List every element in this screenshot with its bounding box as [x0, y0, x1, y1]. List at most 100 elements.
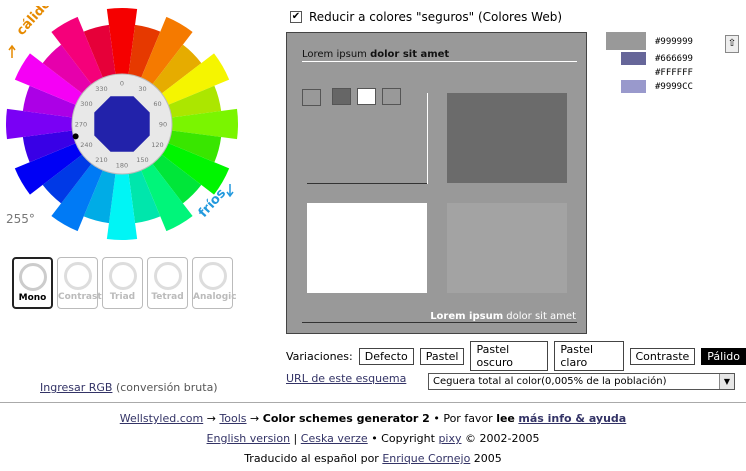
palette-swatch-2[interactable] [621, 52, 646, 65]
variation-defecto[interactable]: Defecto [358, 347, 414, 365]
palette-swatch-4[interactable] [621, 80, 646, 93]
palette-hex-3: #FFFFFF [655, 68, 693, 78]
preview-title-bold: dolor sit amet [370, 49, 450, 60]
variation-pastel-claro[interactable]: Pastel claro [554, 341, 624, 371]
footer-please: • Por favor [429, 412, 497, 425]
footer-czech-link[interactable]: Ceska verze [301, 432, 368, 445]
ingresar-rgb-note: (conversión bruta) [115, 381, 218, 394]
scheme-preview: Lorem ipsum dolor sit amet Lorem ipsum d… [286, 32, 587, 334]
footer-lee: lee [496, 412, 515, 425]
preview-mid-rule [307, 183, 427, 184]
footer-years: © 2002-2005 [461, 432, 540, 445]
wheel-tick-label: 30 [138, 85, 146, 93]
palette-hex-1: #999999 [655, 37, 693, 47]
web-colors-option[interactable]: ✔ Reducir a colores "seguros" (Colores W… [290, 10, 562, 24]
color-blindness-select[interactable]: Ceguera total al color(0,005% de la pobl… [428, 373, 735, 390]
preview-swatch-1 [302, 89, 321, 106]
web-colors-label: Reducir a colores "seguros" (Colores Web… [309, 10, 563, 24]
preview-swatch-2 [332, 88, 351, 105]
footer-arrow-2: → [246, 412, 263, 425]
wheel-tick-label: 210 [95, 156, 107, 164]
footer-sep: | [290, 432, 301, 445]
wheel-center-color [94, 96, 150, 152]
footer-translator-link[interactable]: Enrique Cornejo [382, 452, 470, 465]
scheme-label: Triad [109, 292, 136, 302]
scheme-button-triad[interactable]: Triad [102, 257, 143, 309]
preview-light-block [447, 203, 567, 293]
hue-selector-marker[interactable] [72, 133, 79, 140]
palette-swatch-1[interactable] [606, 32, 646, 50]
footer-tools-link[interactable]: Tools [219, 412, 246, 425]
footer-trans-year: 2005 [470, 452, 502, 465]
footer-translated: Traducido al español por [244, 452, 383, 465]
footer-more-info-link[interactable]: más info & ayuda [518, 412, 626, 425]
scheme-icon-mono [18, 263, 47, 291]
wheel-tick-label: 90 [159, 121, 167, 129]
scheme-label: Analogic [193, 292, 237, 302]
wheel-tick-label: 180 [116, 162, 128, 170]
cool-label: fríos [196, 186, 230, 221]
wheel-tick-label: 330 [95, 85, 107, 93]
preview-title: Lorem ipsum dolor sit amet [302, 49, 449, 60]
scroll-up-button[interactable]: ⇧ [725, 35, 739, 53]
preview-swatch-3 [357, 88, 376, 105]
preview-white-block [307, 203, 427, 293]
footer-pixy-link[interactable]: pixy [438, 432, 461, 445]
variations-bar: Variaciones: Defecto Pastel Pastel oscur… [286, 341, 746, 371]
scheme-button-mono[interactable]: Mono [12, 257, 53, 309]
ingresar-rgb-link[interactable]: Ingresar RGB [40, 381, 112, 394]
footer-line-1: Wellstyled.com → Tools → Color schemes g… [0, 412, 746, 425]
color-blindness-value: Ceguera total al color(0,005% de la pobl… [433, 376, 667, 387]
preview-title-plain: Lorem ipsum [302, 49, 371, 60]
preview-top-rule [302, 61, 577, 62]
scheme-icon-contrast [63, 262, 92, 290]
wheel-tick-label: 0 [120, 80, 124, 88]
wheel-tick-label: 120 [151, 141, 163, 149]
warm-label: cálidos [14, 6, 60, 39]
preview-footer-text: Lorem ipsum dolor sit amet [430, 311, 576, 322]
footer-english-link[interactable]: English version [207, 432, 291, 445]
footer-current-page: Color schemes generator 2 [262, 412, 430, 425]
wheel-tick-label: 270 [75, 121, 87, 129]
palette-hex-2: #666699 [655, 54, 693, 64]
wheel-tick-label: 150 [136, 156, 148, 164]
preview-footer-bold: Lorem ipsum [430, 311, 504, 322]
scheme-button-contrast[interactable]: Contrast [57, 257, 102, 309]
footer-copyright: • Copyright [367, 432, 439, 445]
palette-swatch-3[interactable] [621, 66, 646, 79]
ingresar-rgb: Ingresar RGB (conversión bruta) [40, 381, 218, 394]
preview-bottom-rule [302, 322, 577, 323]
wheel-tick-label: 240 [80, 141, 92, 149]
scheme-button-tetrad[interactable]: Tetrad [147, 257, 188, 309]
footer-line-2: English version | Ceska verze • Copyrigh… [0, 432, 746, 445]
preview-footer-plain: dolor sit amet [503, 311, 576, 322]
color-wheel[interactable]: 0 30 60 90 120 150 180 210 240 270 300 330 cálidos fr… [4, 0, 240, 242]
warm-arrow-icon [8, 44, 16, 58]
scheme-icon-tetrad [153, 262, 182, 290]
chevron-down-icon[interactable]: ▼ [719, 374, 734, 389]
variation-pastel-oscuro[interactable]: Pastel oscuro [470, 341, 549, 371]
cool-arrow-icon [226, 184, 234, 198]
variation-pastel[interactable]: Pastel [419, 347, 465, 365]
scheme-label: Contrast [58, 292, 102, 302]
preview-dark-block [447, 93, 567, 183]
scheme-url-link[interactable]: URL de este esquema [286, 372, 406, 385]
footer-divider [0, 402, 746, 403]
wheel-tick-label: 60 [153, 100, 161, 108]
footer-site-link[interactable]: Wellstyled.com [120, 412, 203, 425]
footer-arrow-1: → [203, 412, 220, 425]
palette-hex-4: #9999CC [655, 82, 693, 92]
wheel-tick-label: 300 [80, 100, 92, 108]
hue-degree-readout: 255° [6, 212, 35, 226]
scheme-button-analogic[interactable]: Analogic [192, 257, 237, 309]
preview-swatch-4 [382, 88, 401, 105]
scheme-label: Mono [18, 293, 47, 303]
variation-palido[interactable]: Pálido [701, 347, 746, 365]
variations-label: Variaciones: [286, 349, 353, 363]
web-colors-checkbox[interactable]: ✔ [290, 11, 302, 23]
color-wheel-svg[interactable]: 0 30 60 90 120150 180 210240 270 300330 cálidos fr… [4, 0, 240, 242]
scheme-icon-analogic [198, 262, 227, 290]
scheme-icon-triad [108, 262, 137, 290]
variation-contraste[interactable]: Contraste [629, 347, 696, 365]
scheme-label: Tetrad [151, 292, 184, 302]
